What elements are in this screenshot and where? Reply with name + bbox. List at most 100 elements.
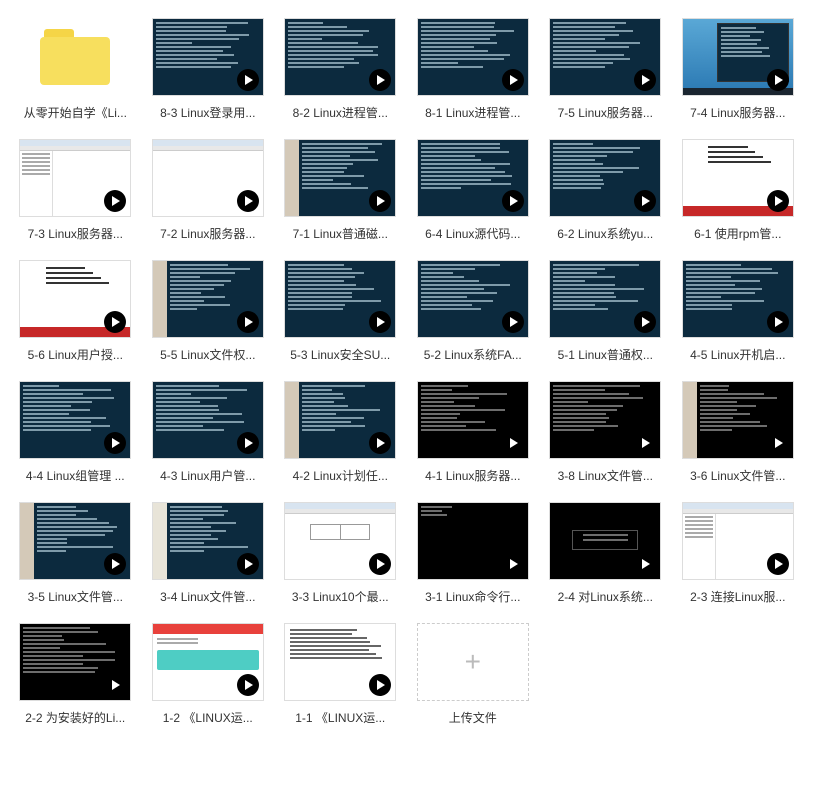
item-label: 7-3 Linux服务器... (19, 225, 131, 242)
video-6-2-linux-yum[interactable]: 6-2 Linux系统yu... (548, 139, 663, 242)
item-label: 6-1 使用rpm管... (682, 225, 794, 242)
thumbnail[interactable] (19, 381, 131, 459)
thumbnail[interactable] (549, 381, 661, 459)
item-label: 从零开始自学《Li... (19, 104, 131, 121)
thumbnail[interactable] (19, 139, 131, 217)
thumbnail[interactable] (682, 18, 794, 96)
thumbnail[interactable] (417, 260, 529, 338)
video-1-1-linux-ops[interactable]: 1-1 《LINUX运... (283, 623, 398, 726)
thumbnail[interactable] (682, 260, 794, 338)
video-5-2-linux-fa[interactable]: 5-2 Linux系统FA... (416, 260, 531, 363)
video-4-4-linux-group[interactable]: 4-4 Linux组管理 ... (18, 381, 133, 484)
play-icon (502, 190, 524, 212)
thumbnail[interactable] (152, 260, 264, 338)
thumbnail[interactable] (19, 260, 131, 338)
folder-linux-self-study[interactable]: 从零开始自学《Li... (18, 18, 133, 121)
thumbnail[interactable] (152, 18, 264, 96)
thumbnail[interactable] (417, 139, 529, 217)
video-7-3-linux-server[interactable]: 7-3 Linux服务器... (18, 139, 133, 242)
item-label: 3-3 Linux10个最... (284, 588, 396, 605)
item-label: 5-3 Linux安全SU... (284, 346, 396, 363)
play-icon (502, 311, 524, 333)
thumbnail[interactable] (152, 381, 264, 459)
upload-icon[interactable]: + (417, 623, 529, 701)
thumbnail[interactable] (549, 18, 661, 96)
video-4-2-linux-cron[interactable]: 4-2 Linux计划任... (283, 381, 398, 484)
thumbnail[interactable] (19, 623, 131, 701)
video-8-1-linux-process[interactable]: 8-1 Linux进程管... (416, 18, 531, 121)
item-label: 4-4 Linux组管理 ... (19, 467, 131, 484)
video-3-8-linux-file[interactable]: 3-8 Linux文件管... (548, 381, 663, 484)
thumbnail[interactable] (682, 381, 794, 459)
item-label: 5-2 Linux系统FA... (417, 346, 529, 363)
item-label: 5-5 Linux文件权... (152, 346, 264, 363)
video-8-2-linux-process[interactable]: 8-2 Linux进程管... (283, 18, 398, 121)
thumbnail[interactable] (417, 381, 529, 459)
thumbnail[interactable] (417, 18, 529, 96)
video-2-4-linux-system[interactable]: 2-4 对Linux系统... (548, 502, 663, 605)
thumbnail[interactable] (682, 139, 794, 217)
video-8-3-linux-login[interactable]: 8-3 Linux登录用... (151, 18, 266, 121)
item-label: 8-3 Linux登录用... (152, 104, 264, 121)
thumbnail[interactable] (19, 18, 131, 96)
item-label: 8-2 Linux进程管... (284, 104, 396, 121)
video-5-5-linux-file-perm[interactable]: 5-5 Linux文件权... (151, 260, 266, 363)
thumbnail[interactable] (152, 502, 264, 580)
thumbnail[interactable] (284, 623, 396, 701)
thumbnail[interactable] (549, 502, 661, 580)
video-3-4-linux-file[interactable]: 3-4 Linux文件管... (151, 502, 266, 605)
item-label: 4-3 Linux用户管... (152, 467, 264, 484)
thumbnail[interactable] (152, 623, 264, 701)
play-icon (237, 311, 259, 333)
video-7-1-linux-disk[interactable]: 7-1 Linux普通磁... (283, 139, 398, 242)
video-7-5-linux-server[interactable]: 7-5 Linux服务器... (548, 18, 663, 121)
thumbnail[interactable] (19, 502, 131, 580)
video-5-3-linux-su[interactable]: 5-3 Linux安全SU... (283, 260, 398, 363)
item-label: 3-1 Linux命令行... (417, 588, 529, 605)
thumbnail[interactable] (549, 139, 661, 217)
video-3-6-linux-file[interactable]: 3-6 Linux文件管... (681, 381, 796, 484)
video-6-4-linux-source[interactable]: 6-4 Linux源代码... (416, 139, 531, 242)
upload-file[interactable]: + 上传文件 (416, 623, 531, 726)
item-label: 5-6 Linux用户授... (19, 346, 131, 363)
play-icon (237, 674, 259, 696)
item-label: 6-4 Linux源代码... (417, 225, 529, 242)
thumbnail[interactable] (284, 502, 396, 580)
video-4-3-linux-user[interactable]: 4-3 Linux用户管... (151, 381, 266, 484)
video-5-1-linux-perm[interactable]: 5-1 Linux普通权... (548, 260, 663, 363)
video-2-2-linux-installed[interactable]: 2-2 为安装好的Li... (18, 623, 133, 726)
thumbnail[interactable] (284, 381, 396, 459)
thumbnail[interactable] (284, 139, 396, 217)
thumbnail[interactable] (417, 502, 529, 580)
video-3-5-linux-file[interactable]: 3-5 Linux文件管... (18, 502, 133, 605)
item-label: 4-2 Linux计划任... (284, 467, 396, 484)
thumbnail[interactable] (152, 139, 264, 217)
file-grid: 从零开始自学《Li... 8-3 Linux登录用... 8-2 Linux进程管.… (0, 0, 813, 744)
video-3-3-linux-10[interactable]: 3-3 Linux10个最... (283, 502, 398, 605)
video-5-6-linux-user-auth[interactable]: 5-6 Linux用户授... (18, 260, 133, 363)
play-icon (237, 432, 259, 454)
video-2-3-linux-connect[interactable]: 2-3 连接Linux服... (681, 502, 796, 605)
item-label: 上传文件 (417, 709, 529, 726)
play-icon (767, 432, 789, 454)
thumbnail[interactable] (284, 260, 396, 338)
video-3-1-linux-cmd[interactable]: 3-1 Linux命令行... (416, 502, 531, 605)
thumbnail[interactable] (284, 18, 396, 96)
item-label: 2-3 连接Linux服... (682, 588, 794, 605)
thumbnail[interactable] (682, 502, 794, 580)
video-6-1-rpm[interactable]: 6-1 使用rpm管... (681, 139, 796, 242)
item-label: 7-2 Linux服务器... (152, 225, 264, 242)
item-label: 4-1 Linux服务器... (417, 467, 529, 484)
item-label: 2-2 为安装好的Li... (19, 709, 131, 726)
video-4-1-linux-server[interactable]: 4-1 Linux服务器... (416, 381, 531, 484)
video-1-2-linux-ops[interactable]: 1-2 《LINUX运... (151, 623, 266, 726)
item-label: 8-1 Linux进程管... (417, 104, 529, 121)
item-label: 5-1 Linux普通权... (549, 346, 661, 363)
video-7-4-linux-server[interactable]: 7-4 Linux服务器... (681, 18, 796, 121)
item-label: 1-1 《LINUX运... (284, 709, 396, 726)
play-icon (237, 553, 259, 575)
play-icon (767, 69, 789, 91)
video-4-5-linux-boot[interactable]: 4-5 Linux开机启... (681, 260, 796, 363)
thumbnail[interactable] (549, 260, 661, 338)
video-7-2-linux-server[interactable]: 7-2 Linux服务器... (151, 139, 266, 242)
